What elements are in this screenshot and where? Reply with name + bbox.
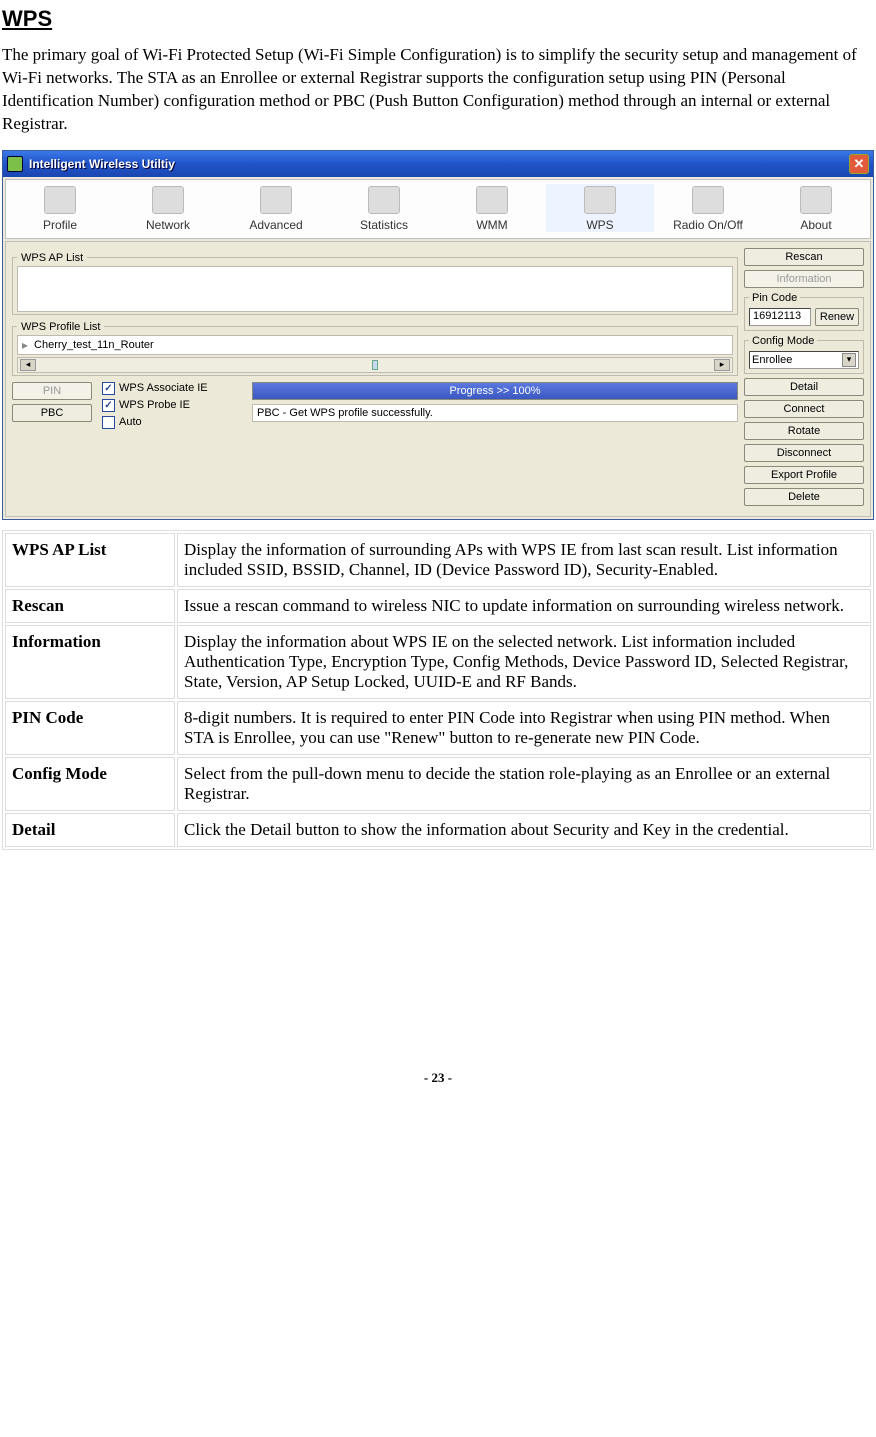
chevron-down-icon: ▾ (842, 353, 856, 367)
checkbox-checked-icon: ✓ (102, 399, 115, 412)
profile-icon (44, 186, 76, 214)
table-value: 8-digit numbers. It is required to enter… (177, 701, 871, 755)
statistics-icon (368, 186, 400, 214)
description-table: WPS AP ListDisplay the information of su… (2, 530, 874, 850)
main-toolbar: Profile Network Advanced Statistics WMM … (5, 179, 871, 239)
network-icon (152, 186, 184, 214)
pin-code-legend: Pin Code (749, 292, 800, 304)
tab-label: Network (114, 218, 222, 232)
chevron-right-icon: ▸ (22, 338, 28, 352)
table-value: Display the information of surrounding A… (177, 533, 871, 587)
progress-bar: Progress >> 100% (252, 382, 738, 400)
delete-button[interactable]: Delete (744, 488, 864, 506)
checkbox-unchecked-icon (102, 416, 115, 429)
rotate-button[interactable]: Rotate (744, 422, 864, 440)
tab-network[interactable]: Network (114, 184, 222, 232)
table-value: Click the Detail button to show the info… (177, 813, 871, 847)
wmm-icon (476, 186, 508, 214)
table-value: Select from the pull-down menu to decide… (177, 757, 871, 811)
status-message: PBC - Get WPS profile successfully. (252, 404, 738, 422)
table-key: Detail (5, 813, 175, 847)
advanced-icon (260, 186, 292, 214)
pin-code-group: Pin Code 16912113 Renew (744, 292, 864, 331)
table-key: PIN Code (5, 701, 175, 755)
wps-profile-list-legend: WPS Profile List (17, 321, 104, 333)
page-number: - 23 - (2, 1070, 874, 1086)
horizontal-scrollbar[interactable]: ◂ ▸ (17, 357, 733, 373)
window-title: Intelligent Wireless Utiltiy (29, 157, 175, 171)
table-key: WPS AP List (5, 533, 175, 587)
wps-associate-ie-checkbox[interactable]: ✓ WPS Associate IE (102, 382, 242, 395)
renew-button[interactable]: Renew (815, 308, 859, 326)
table-row: PIN Code8-digit numbers. It is required … (5, 701, 871, 755)
config-mode-legend: Config Mode (749, 335, 817, 347)
table-row: InformationDisplay the information about… (5, 625, 871, 699)
scroll-left-icon[interactable]: ◂ (20, 359, 36, 371)
export-profile-button[interactable]: Export Profile (744, 466, 864, 484)
close-icon[interactable]: ✕ (849, 154, 869, 174)
wps-profile-list[interactable]: ▸ Cherry_test_11n_Router (17, 335, 733, 355)
table-key: Information (5, 625, 175, 699)
table-key: Config Mode (5, 757, 175, 811)
table-row: DetailClick the Detail button to show th… (5, 813, 871, 847)
checkbox-label: WPS Associate IE (119, 382, 208, 394)
app-window: Intelligent Wireless Utiltiy ✕ Profile N… (2, 150, 874, 520)
wps-ap-list[interactable] (17, 266, 733, 312)
tab-label: Radio On/Off (654, 218, 762, 232)
tab-label: WPS (546, 218, 654, 232)
tab-radio[interactable]: Radio On/Off (654, 184, 762, 232)
radio-icon (692, 186, 724, 214)
checkbox-label: WPS Probe IE (119, 399, 190, 411)
profile-item-label: Cherry_test_11n_Router (34, 339, 154, 351)
page-heading: WPS (2, 6, 874, 32)
tab-wps[interactable]: WPS (546, 184, 654, 232)
checkbox-label: Auto (119, 416, 142, 428)
pin-button[interactable]: PIN (12, 382, 92, 400)
wps-ap-list-group: WPS AP List (12, 252, 738, 315)
wps-probe-ie-checkbox[interactable]: ✓ WPS Probe IE (102, 399, 242, 412)
table-value: Issue a rescan command to wireless NIC t… (177, 589, 871, 623)
table-value: Display the information about WPS IE on … (177, 625, 871, 699)
connect-button[interactable]: Connect (744, 400, 864, 418)
table-row: Config ModeSelect from the pull-down men… (5, 757, 871, 811)
rescan-button[interactable]: Rescan (744, 248, 864, 266)
app-icon (7, 156, 23, 172)
tab-about[interactable]: About (762, 184, 870, 232)
scroll-thumb[interactable] (372, 360, 378, 370)
table-row: WPS AP ListDisplay the information of su… (5, 533, 871, 587)
information-button[interactable]: Information (744, 270, 864, 288)
tab-profile[interactable]: Profile (6, 184, 114, 232)
checkbox-checked-icon: ✓ (102, 382, 115, 395)
tab-label: WMM (438, 218, 546, 232)
table-row: RescanIssue a rescan command to wireless… (5, 589, 871, 623)
description-tbody: WPS AP ListDisplay the information of su… (5, 533, 871, 847)
pin-code-field[interactable]: 16912113 (749, 308, 811, 326)
tab-label: Advanced (222, 218, 330, 232)
intro-paragraph: The primary goal of Wi-Fi Protected Setu… (2, 44, 874, 136)
titlebar: Intelligent Wireless Utiltiy ✕ (3, 151, 873, 177)
scroll-right-icon[interactable]: ▸ (714, 359, 730, 371)
tab-label: Profile (6, 218, 114, 232)
auto-checkbox[interactable]: Auto (102, 416, 242, 429)
tab-statistics[interactable]: Statistics (330, 184, 438, 232)
table-key: Rescan (5, 589, 175, 623)
config-mode-value: Enrollee (752, 354, 792, 366)
wps-icon (584, 186, 616, 214)
disconnect-button[interactable]: Disconnect (744, 444, 864, 462)
config-mode-select[interactable]: Enrollee ▾ (749, 351, 859, 369)
pbc-button[interactable]: PBC (12, 404, 92, 422)
detail-button[interactable]: Detail (744, 378, 864, 396)
tab-label: Statistics (330, 218, 438, 232)
tab-label: About (762, 218, 870, 232)
wps-ap-list-legend: WPS AP List (17, 252, 87, 264)
wps-panel: WPS AP List WPS Profile List ▸ Cherry_te… (5, 241, 871, 517)
tab-wmm[interactable]: WMM (438, 184, 546, 232)
about-icon (800, 186, 832, 214)
wps-profile-list-group: WPS Profile List ▸ Cherry_test_11n_Route… (12, 321, 738, 376)
tab-advanced[interactable]: Advanced (222, 184, 330, 232)
config-mode-group: Config Mode Enrollee ▾ (744, 335, 864, 374)
